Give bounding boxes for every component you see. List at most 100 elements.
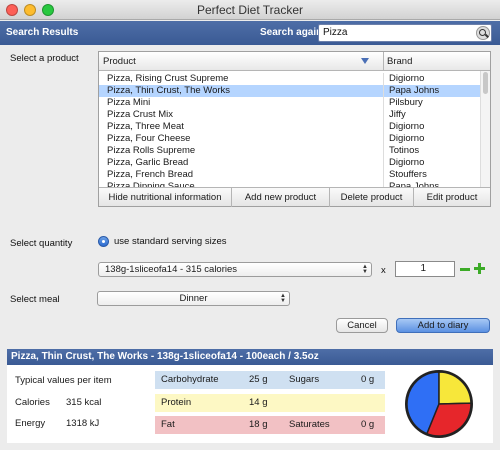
cell-divider	[383, 85, 384, 97]
select-quantity-label: Select quantity	[10, 238, 73, 249]
select-arrows-icon: ▲ ▼	[280, 293, 286, 304]
brand-cell: Pilsbury	[389, 97, 423, 108]
cell-divider	[383, 109, 384, 121]
window-title: Perfect Diet Tracker	[196, 3, 304, 17]
pie-slice-protein	[438, 371, 472, 405]
brand-cell: Jiffy	[389, 109, 406, 120]
product-name-cell: Pizza, Three Meat	[107, 121, 184, 132]
table-row[interactable]: Pizza Crust Mix Jiffy	[99, 109, 480, 121]
cell-divider	[383, 157, 384, 169]
cell-divider	[383, 97, 384, 109]
column-divider	[383, 52, 384, 71]
brand-cell: Digiorno	[389, 157, 425, 168]
brand-cell: Papa Johns	[389, 85, 440, 96]
table-row[interactable]: Pizza, Four Cheese Digiorno	[99, 133, 480, 145]
table-row[interactable]: Pizza, Thin Crust, The Works Papa Johns	[99, 85, 480, 97]
cancel-button[interactable]: Cancel	[336, 318, 388, 333]
times-sign: x	[381, 265, 386, 276]
select-arrows-icon: ▲ ▼	[362, 264, 368, 275]
nutrition-panel: Typical values per item Calories 315 kca…	[7, 365, 493, 443]
typical-values-label: Typical values per item	[15, 375, 112, 386]
product-table: Product Brand Pizza, Rising Crust Suprem…	[98, 51, 491, 207]
table-row[interactable]: Pizza, Garlic Bread Digiorno	[99, 157, 480, 169]
serving-size-value: 138g-1sliceofa14 - 315 calories	[105, 264, 238, 275]
delete-product-button[interactable]: Delete product	[330, 188, 414, 207]
protein-value: 14 g	[249, 397, 268, 408]
select-meal-label: Select meal	[10, 294, 60, 305]
macronutrient-pie-chart	[405, 370, 473, 438]
close-window-button[interactable]	[6, 4, 18, 16]
cell-divider	[383, 169, 384, 181]
carbohydrate-label: Carbohydrate	[161, 374, 219, 385]
meal-select[interactable]: Dinner ▲ ▼	[97, 291, 290, 306]
decrease-quantity-icon[interactable]	[460, 268, 470, 271]
product-name-cell: Pizza, Garlic Bread	[107, 157, 189, 168]
fat-row: Fat 18 g Saturates 0 g	[155, 416, 385, 434]
protein-row: Protein 14 g	[155, 394, 385, 412]
saturates-value: 0 g	[361, 419, 375, 430]
carbohydrate-row: Carbohydrate 25 g Sugars 0 g	[155, 371, 385, 389]
table-header: Product Brand	[99, 52, 490, 71]
search-header: Search Results Search again Pizza	[0, 21, 500, 45]
serving-size-select[interactable]: 138g-1sliceofa14 - 315 calories ▲ ▼	[98, 262, 372, 277]
scrollbar-thumb[interactable]	[483, 72, 488, 94]
edit-product-button[interactable]: Edit product	[414, 188, 490, 207]
table-button-bar: Hide nutritional information Add new pro…	[99, 187, 490, 207]
sugars-value: 0 g	[361, 374, 375, 385]
product-name-cell: Pizza Crust Mix	[107, 109, 173, 120]
calories-label: Calories	[15, 397, 50, 408]
column-header-brand[interactable]: Brand	[387, 56, 412, 67]
header-title: Search Results	[6, 27, 79, 38]
nutrition-title-bar: Pizza, Thin Crust, The Works - 138g-1sli…	[7, 349, 493, 365]
brand-cell: Digiorno	[389, 133, 425, 144]
table-row[interactable]: Pizza, Rising Crust Supreme Digiorno	[99, 73, 480, 85]
sugars-label: Sugars	[289, 374, 320, 385]
meal-value: Dinner	[179, 293, 208, 304]
quantity-value: 1	[420, 263, 426, 274]
protein-label: Protein	[161, 397, 192, 408]
table-row[interactable]: Pizza, Three Meat Digiorno	[99, 121, 480, 133]
table-scrollbar[interactable]	[480, 71, 490, 187]
add-new-product-button[interactable]: Add new product	[232, 188, 330, 207]
saturates-label: Saturates	[289, 419, 330, 430]
standard-serving-radio[interactable]	[98, 236, 109, 247]
carbohydrate-value: 25 g	[249, 374, 268, 385]
sort-arrow-icon[interactable]	[361, 58, 369, 64]
calories-value: 315 kcal	[66, 397, 102, 408]
product-name-cell: Pizza, Four Cheese	[107, 133, 191, 144]
cell-divider	[383, 145, 384, 157]
energy-label: Energy	[15, 418, 46, 429]
brand-cell: Digiorno	[389, 73, 425, 84]
energy-value: 1318 kJ	[66, 418, 100, 429]
hide-nutritional-info-button[interactable]: Hide nutritional information	[99, 188, 232, 207]
search-input[interactable]: Pizza	[318, 24, 492, 42]
fat-label: Fat	[161, 419, 175, 430]
add-to-diary-button[interactable]: Add to diary	[396, 318, 490, 333]
column-header-product[interactable]: Product	[103, 56, 136, 67]
product-name-cell: Pizza, Rising Crust Supreme	[107, 73, 229, 84]
select-product-label: Select a product	[10, 53, 79, 64]
table-row[interactable]: Pizza, French Bread Stouffers	[99, 169, 480, 181]
cell-divider	[383, 133, 384, 145]
brand-cell: Stouffers	[389, 169, 427, 180]
cell-divider	[383, 73, 384, 85]
quantity-input[interactable]: 1	[395, 261, 455, 277]
search-icon[interactable]	[476, 26, 490, 40]
table-row[interactable]: Pizza Mini Pilsbury	[99, 97, 480, 109]
brand-cell: Totinos	[389, 145, 420, 156]
window-title-bar: Perfect Diet Tracker	[0, 0, 500, 20]
table-row[interactable]: Pizza Rolls Supreme Totinos	[99, 145, 480, 157]
cell-divider	[383, 121, 384, 133]
product-name-cell: Pizza Rolls Supreme	[107, 145, 196, 156]
product-name-cell: Pizza Mini	[107, 97, 151, 108]
fat-value: 18 g	[249, 419, 268, 430]
search-input-value: Pizza	[323, 27, 348, 38]
search-again-label: Search again	[260, 27, 323, 38]
minimize-window-button[interactable]	[24, 4, 36, 16]
standard-serving-label: use standard serving sizes	[114, 236, 227, 247]
increase-quantity-icon[interactable]	[474, 263, 485, 274]
product-name-cell: Pizza, French Bread	[107, 169, 194, 180]
brand-cell: Digiorno	[389, 121, 425, 132]
zoom-window-button[interactable]	[42, 4, 54, 16]
product-name-cell: Pizza, Thin Crust, The Works	[107, 85, 231, 96]
